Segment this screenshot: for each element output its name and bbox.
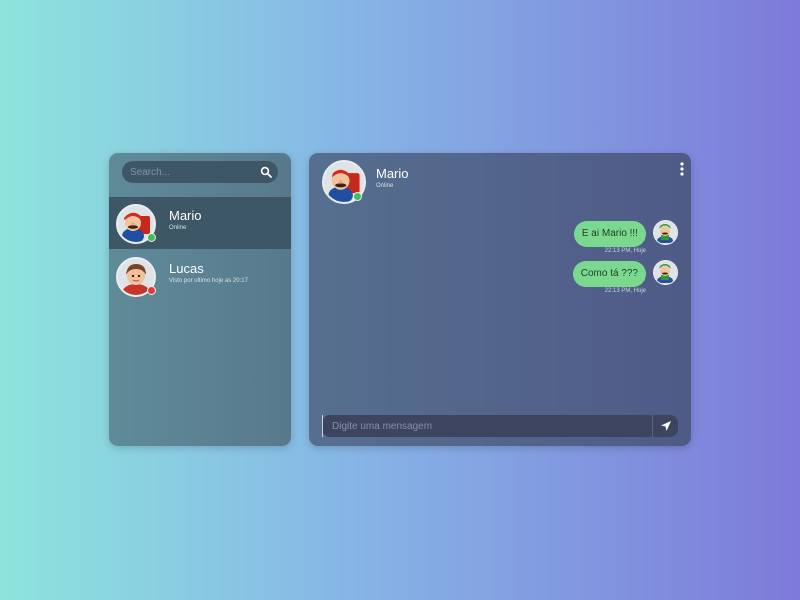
chat-contact-name: Mario [376, 166, 409, 181]
contact-name: Mario [169, 208, 202, 223]
contact-item-mario[interactable]: Mario Online [109, 197, 291, 249]
menu-dots-icon[interactable] [679, 162, 685, 176]
contact-name: Lucas [169, 261, 204, 276]
luigi-avatar [653, 220, 678, 245]
message-time: 22:13 PM, Hoje [604, 288, 646, 294]
send-icon [661, 421, 671, 431]
contact-status: Online [169, 225, 187, 231]
send-button[interactable] [652, 415, 678, 437]
chat-panel: Mario Online E ai Mario !!! 22:13 PM, Ho… [309, 153, 691, 446]
message-bubble: E ai Mario !!! [573, 221, 646, 247]
chat-header: Mario Online [309, 153, 691, 209]
message-input[interactable] [322, 415, 652, 437]
offline-status-dot [147, 286, 156, 295]
message-time: 22:13 PM, Hoje [604, 248, 646, 254]
search-bar [122, 161, 278, 183]
luigi-avatar [653, 260, 678, 285]
online-status-dot [147, 233, 156, 242]
message-bubble: Como tá ??? [572, 261, 646, 287]
contact-status: Visto por ultimo hoje as 20:17 [169, 278, 248, 284]
online-status-dot [353, 192, 362, 201]
contact-item-lucas[interactable]: Lucas Visto por ultimo hoje as 20:17 [109, 250, 291, 302]
search-icon[interactable] [260, 166, 272, 178]
message-composer [322, 415, 678, 437]
search-input[interactable] [122, 161, 254, 183]
contacts-panel: Mario Online Lucas Visto por ultimo hoje… [109, 153, 291, 446]
chat-contact-status: Online [376, 183, 394, 189]
